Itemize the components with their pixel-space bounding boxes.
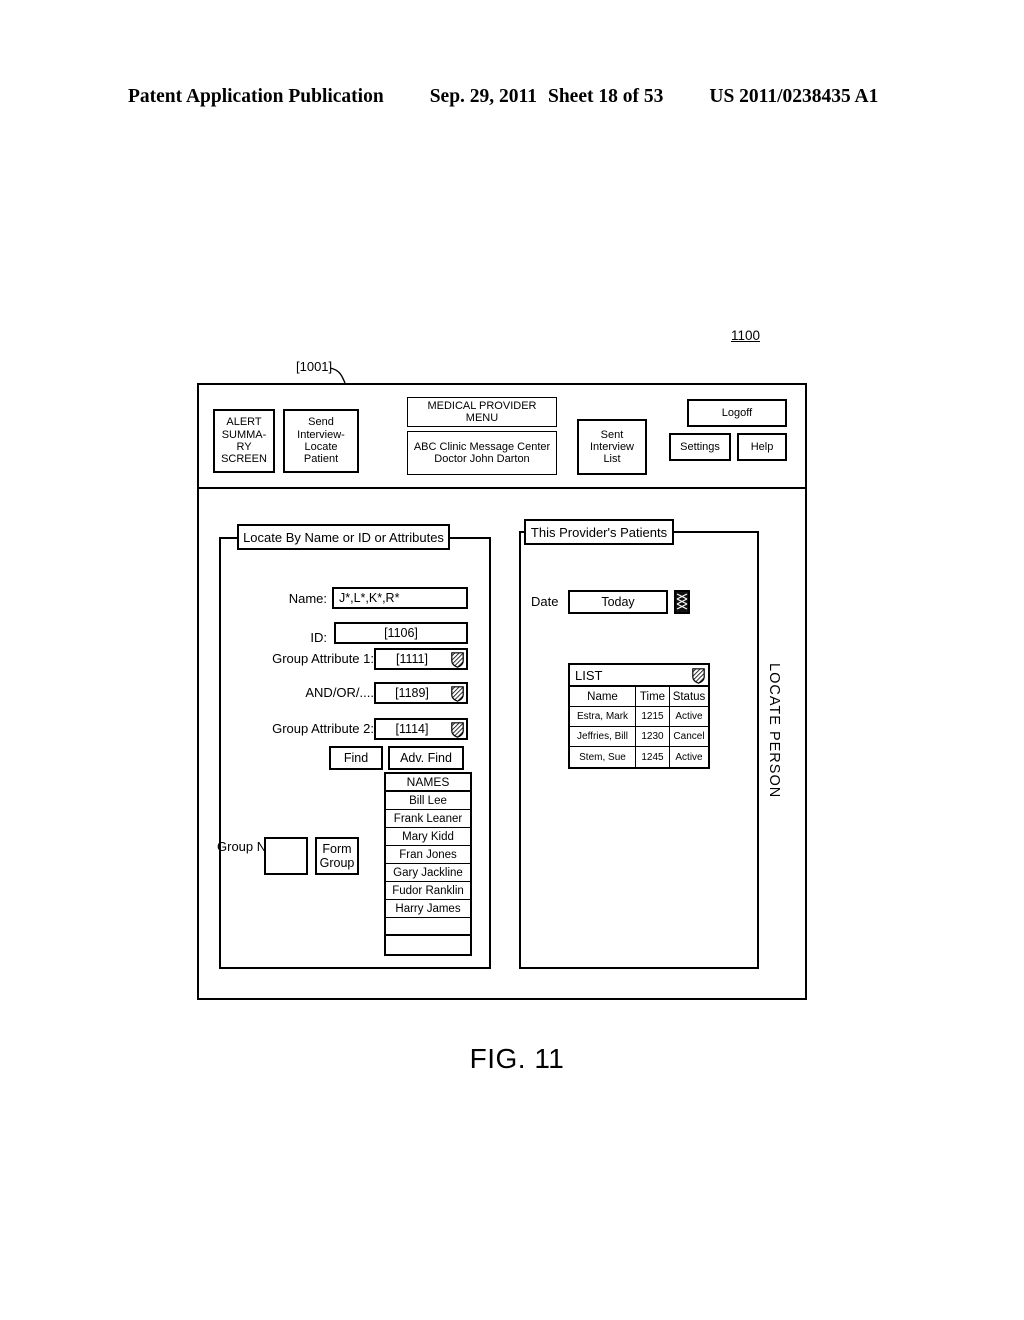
publication-number: US 2011/0238435 A1 xyxy=(709,86,879,107)
and-or-value: [1189] xyxy=(395,686,429,700)
cell-name: Estra, Mark xyxy=(570,707,636,726)
figure-caption-text: FIG. 11 xyxy=(469,1043,565,1074)
adv-find-button[interactable]: Adv. Find xyxy=(388,746,464,770)
send-interview-locate-patient-button[interactable]: Send Interview-Locate Patient xyxy=(283,409,359,473)
patient-list-title: LIST xyxy=(575,667,603,683)
list-item[interactable]: Gary Jackline xyxy=(386,864,470,882)
ref-1001: [1001] xyxy=(296,359,333,374)
names-list-header: NAMES xyxy=(386,774,470,792)
cell-name: Stem, Sue xyxy=(570,747,636,767)
table-row[interactable]: Estra, Mark 1215 Active xyxy=(570,707,708,727)
cell-status: Cancel xyxy=(673,731,705,742)
ref-screen-1100: 1100 xyxy=(731,328,761,343)
id-input[interactable]: [1106] xyxy=(334,622,468,644)
cell-name: Jeffries, Bill xyxy=(570,727,636,746)
locate-person-side-label: LOCATE PERSON xyxy=(766,663,782,799)
cell-time: 1215 xyxy=(636,707,670,726)
sent-interview-list-button[interactable]: Sent Interview List xyxy=(577,419,647,475)
calendar-icon-glyph xyxy=(676,592,688,612)
cell-status: Active xyxy=(675,711,703,722)
find-button[interactable]: Find xyxy=(329,746,383,770)
patients-panel-title: This Provider's Patients xyxy=(524,519,674,545)
date-label: Date xyxy=(531,594,559,609)
toolbar: ALERT SUMMA-RY SCREEN Send Interview-Loc… xyxy=(199,385,805,489)
publication-header: Patent Application Publication Sep. 29, … xyxy=(0,86,1024,108)
form-group-button[interactable]: Form Group xyxy=(315,837,359,875)
and-or-select[interactable]: [1189] xyxy=(374,682,468,704)
locate-panel-title: Locate By Name or ID or Attributes xyxy=(237,524,450,550)
list-item[interactable]: Fudor Ranklin xyxy=(386,882,470,900)
publication-title: Patent Application Publication xyxy=(128,86,384,107)
list-item-empty[interactable] xyxy=(386,936,470,954)
medical-provider-menu-title: MEDICAL PROVIDER MENU xyxy=(407,397,557,427)
column-header-name: Name xyxy=(570,687,636,706)
list-item[interactable]: Mary Kidd xyxy=(386,828,470,846)
list-item-empty[interactable] xyxy=(386,918,470,936)
publication-sheet: Sheet 18 of 53 xyxy=(547,86,664,107)
list-item[interactable]: Fran Jones xyxy=(386,846,470,864)
shield-dropdown-icon[interactable] xyxy=(451,652,464,668)
column-header-time: Time xyxy=(636,687,670,706)
alert-summary-screen-button[interactable]: ALERT SUMMA-RY SCREEN xyxy=(213,409,275,473)
table-row[interactable]: Stem, Sue 1245 Active xyxy=(570,747,708,767)
and-or-label: AND/OR/.... xyxy=(305,685,374,700)
shield-dropdown-icon[interactable] xyxy=(692,668,705,684)
table-header-row: Name Time Status xyxy=(570,687,708,707)
group-attribute-1-select[interactable]: [1111] xyxy=(374,648,468,670)
group-attribute-2-select[interactable]: [1114] xyxy=(374,718,468,740)
shield-dropdown-icon[interactable] xyxy=(451,722,464,738)
group-attribute-1-label: Group Attribute 1: xyxy=(272,651,374,666)
cell-time: 1230 xyxy=(636,727,670,746)
help-button[interactable]: Help xyxy=(737,433,787,461)
names-result-list[interactable]: NAMES Bill Lee Frank Leaner Mary Kidd Fr… xyxy=(384,772,472,956)
name-label: Name: xyxy=(288,591,327,606)
name-input[interactable]: J*,L*,K*,R* xyxy=(332,587,468,609)
group-name-label: Group Name xyxy=(217,839,292,854)
publication-date: Sep. 29, 2011 xyxy=(429,86,537,107)
cell-status: Active xyxy=(675,751,703,763)
patient-list-header: LIST xyxy=(570,665,708,687)
figure-caption: FIG. 11 xyxy=(0,1043,1024,1075)
message-center-title: ABC Clinic Message Center Doctor John Da… xyxy=(407,431,557,475)
column-header-status: Status xyxy=(672,690,706,703)
shield-dropdown-icon[interactable] xyxy=(451,686,464,702)
calendar-icon[interactable] xyxy=(674,590,690,614)
cell-time: 1245 xyxy=(636,747,670,767)
group-name-input[interactable] xyxy=(264,837,308,875)
list-item[interactable]: Frank Leaner xyxy=(386,810,470,828)
table-row[interactable]: Jeffries, Bill 1230 Cancel xyxy=(570,727,708,747)
group-attribute-2-value: [1114] xyxy=(395,722,429,736)
group-attribute-1-value: [1111] xyxy=(396,652,428,666)
id-label: ID: xyxy=(310,630,327,645)
settings-button[interactable]: Settings xyxy=(669,433,731,461)
list-item[interactable]: Harry James xyxy=(386,900,470,918)
patient-list-table[interactable]: LIST Name Time Status Estra, Mark 1215 A… xyxy=(568,663,710,769)
date-input[interactable]: Today xyxy=(568,590,668,614)
logoff-button[interactable]: Logoff xyxy=(687,399,787,427)
list-item[interactable]: Bill Lee xyxy=(386,792,470,810)
group-attribute-2-label: Group Attribute 2: xyxy=(272,721,374,736)
